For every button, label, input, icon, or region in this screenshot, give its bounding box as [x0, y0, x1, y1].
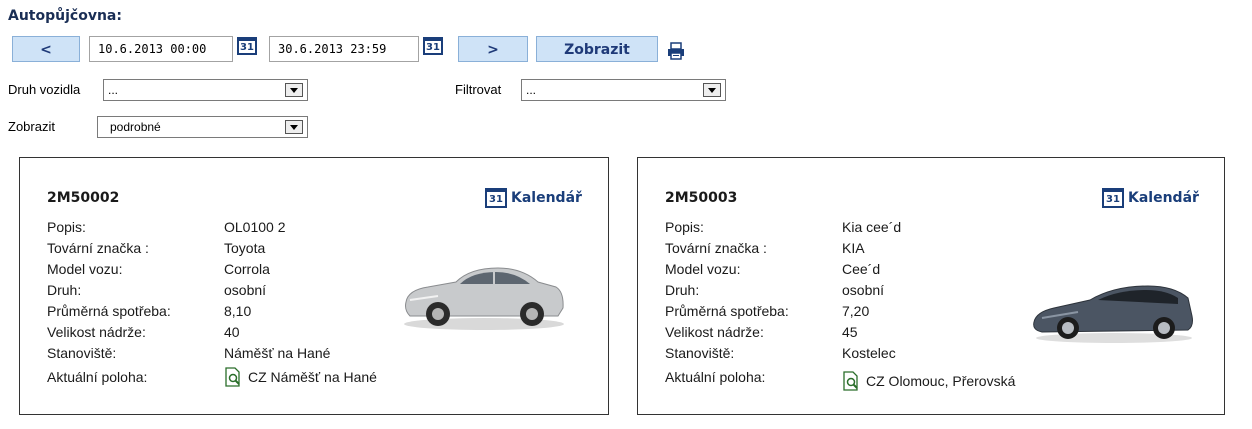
vehicle-type-value: ... [108, 83, 119, 97]
calendar-link[interactable]: 31 Kalendář [485, 188, 582, 208]
vehicle-card: 2M50003 31 Kalendář Popis: Tovární značk… [637, 157, 1225, 415]
next-button[interactable]: > [458, 36, 528, 62]
value-model: Cee´d [842, 261, 881, 277]
date-to-input[interactable]: 30.6.2013 23:59 [269, 36, 419, 62]
calendar-icon: 31 [485, 188, 507, 208]
location-text: CZ Olomouc, Přerovská [866, 373, 1016, 389]
value-znacka: KIA [842, 240, 865, 256]
filter-label: Filtrovat [455, 82, 502, 97]
print-icon[interactable] [667, 42, 685, 60]
value-druh: osobní [842, 282, 885, 298]
label-znacka: Tovární značka : [47, 240, 149, 256]
vehicle-type-select[interactable]: ... [103, 79, 308, 101]
location-link[interactable]: CZ Olomouc, Přerovská [842, 371, 1015, 391]
value-nadrz: 40 [224, 324, 240, 340]
calendar-link-label: Kalendář [511, 190, 582, 206]
location-link[interactable]: CZ Náměšť na Hané [224, 367, 377, 387]
label-spotreba: Průměrná spotřeba: [47, 303, 171, 319]
label-model: Model vozu: [47, 261, 123, 277]
label-stanoviste: Stanoviště: [665, 345, 735, 361]
value-nadrz: 45 [842, 324, 858, 340]
page-title: Autopůjčovna: [8, 8, 122, 24]
filter-select[interactable]: ... [521, 79, 726, 101]
chevron-down-icon [703, 83, 721, 97]
chevron-down-icon [285, 120, 303, 134]
label-nadrz: Velikost nádrže: [47, 324, 146, 340]
chevron-down-icon [285, 83, 303, 97]
calendar-icon: 31 [1102, 188, 1124, 208]
label-popis: Popis: [47, 219, 86, 235]
show-button[interactable]: Zobrazit [536, 36, 658, 62]
calendar-icon-from[interactable]: 31 [237, 37, 257, 55]
vehicle-card: 2M50002 31 Kalendář Popis: Tovární značk… [19, 157, 609, 415]
date-from-input[interactable]: 10.6.2013 00:00 [89, 36, 233, 62]
filter-value: ... [526, 83, 537, 97]
vehicle-id: 2M50003 [665, 190, 738, 206]
label-poloha: Aktuální poloha: [665, 369, 766, 385]
value-stanoviste: Kostelec [842, 345, 896, 361]
display-select[interactable]: podrobné [97, 116, 308, 138]
car-image [1033, 285, 1193, 343]
label-stanoviste: Stanoviště: [47, 345, 117, 361]
label-nadrz: Velikost nádrže: [665, 324, 764, 340]
label-popis: Popis: [665, 219, 704, 235]
value-znacka: Toyota [224, 240, 266, 256]
value-spotreba: 8,10 [224, 303, 252, 319]
display-label: Zobrazit [8, 119, 55, 134]
display-value: podrobné [110, 120, 161, 134]
value-stanoviste: Náměšť na Hané [224, 345, 331, 361]
value-model: Corrola [224, 261, 270, 277]
map-document-icon [843, 371, 858, 391]
label-model: Model vozu: [665, 261, 741, 277]
value-popis: Kia cee´d [842, 219, 902, 235]
location-text: CZ Náměšť na Hané [248, 369, 377, 385]
label-spotreba: Průměrná spotřeba: [665, 303, 789, 319]
value-druh: osobní [224, 282, 267, 298]
calendar-link-label: Kalendář [1128, 190, 1199, 206]
vehicle-type-label: Druh vozidla [8, 82, 81, 97]
map-document-icon [225, 367, 240, 387]
calendar-icon-to[interactable]: 31 [423, 37, 443, 55]
label-druh: Druh: [665, 282, 700, 298]
label-poloha: Aktuální poloha: [47, 369, 148, 385]
label-druh: Druh: [47, 282, 82, 298]
label-znacka: Tovární značka : [665, 240, 767, 256]
value-spotreba: 7,20 [842, 303, 870, 319]
car-image [404, 267, 564, 330]
value-popis: OL0100 2 [224, 219, 286, 235]
prev-button[interactable]: < [12, 36, 80, 62]
vehicle-id: 2M50002 [47, 190, 120, 206]
calendar-link[interactable]: 31 Kalendář [1102, 188, 1199, 208]
